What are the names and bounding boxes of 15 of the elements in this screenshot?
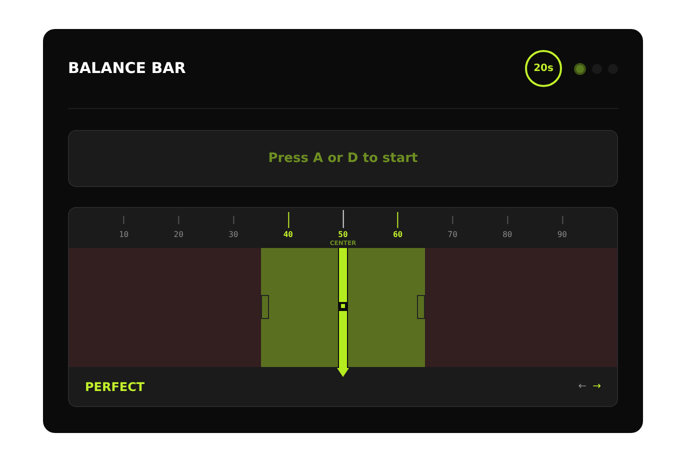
scale-label: 20 (174, 230, 184, 240)
scale-label: 10 (118, 230, 129, 240)
prompt-text: Press A or D to start (268, 150, 418, 168)
scale-label: 30 (228, 230, 238, 240)
direction-arrow: ← (578, 380, 587, 394)
scale-label: 60 (392, 230, 403, 240)
direction-arrow: → (592, 380, 601, 394)
scale-label: 50 (338, 230, 348, 240)
status-text: PERFECT (85, 378, 145, 396)
scale-label: 70 (448, 230, 458, 240)
timer: 20s (525, 50, 562, 87)
scale-label: 40 (283, 230, 293, 240)
scale-label: 80 (502, 230, 512, 240)
game-title: BALANCE BAR (68, 58, 186, 80)
scale-label: 90 (557, 230, 567, 240)
